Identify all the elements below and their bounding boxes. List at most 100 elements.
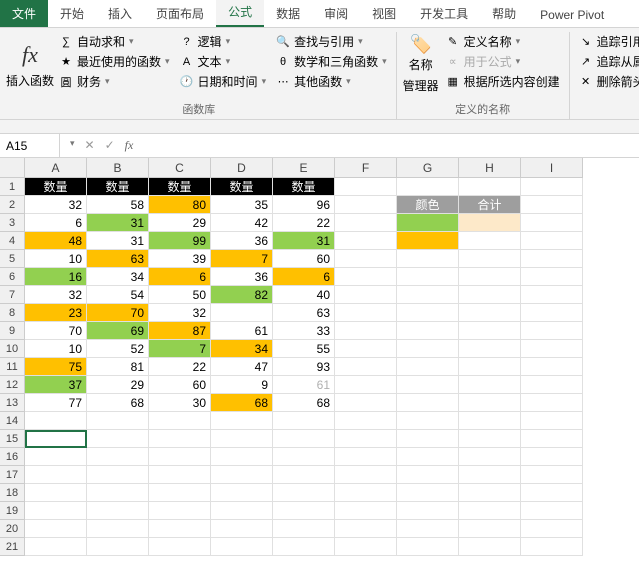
cell-D15[interactable] — [211, 430, 273, 448]
cell-C4[interactable]: 99 — [149, 232, 211, 250]
row-header-11[interactable]: 11 — [0, 358, 25, 376]
cell-E14[interactable] — [273, 412, 335, 430]
tab-开发工具[interactable]: 开发工具 — [408, 0, 480, 27]
cell-G6[interactable] — [397, 268, 459, 286]
row-header-9[interactable]: 9 — [0, 322, 25, 340]
cell-G12[interactable] — [397, 376, 459, 394]
tab-开始[interactable]: 开始 — [48, 0, 96, 27]
cell-D5[interactable]: 7 — [211, 250, 273, 268]
cell-E2[interactable]: 96 — [273, 196, 335, 214]
cell-G17[interactable] — [397, 466, 459, 484]
cell-A3[interactable]: 6 — [25, 214, 87, 232]
cell-F13[interactable] — [335, 394, 397, 412]
name-box[interactable]: A15 — [0, 134, 60, 157]
cell-H6[interactable] — [459, 268, 521, 286]
cell-F14[interactable] — [335, 412, 397, 430]
cell-F10[interactable] — [335, 340, 397, 358]
row-header-6[interactable]: 6 — [0, 268, 25, 286]
cell-C10[interactable]: 7 — [149, 340, 211, 358]
cell-A1[interactable]: 数量 — [25, 178, 87, 196]
cell-F21[interactable] — [335, 538, 397, 556]
cell-I10[interactable] — [521, 340, 583, 358]
cell-F1[interactable] — [335, 178, 397, 196]
math-button[interactable]: θ数学和三角函数▾ — [273, 52, 390, 71]
cell-H19[interactable] — [459, 502, 521, 520]
cell-B2[interactable]: 58 — [87, 196, 149, 214]
cell-C15[interactable] — [149, 430, 211, 448]
cell-G5[interactable] — [397, 250, 459, 268]
cell-I6[interactable] — [521, 268, 583, 286]
cell-B9[interactable]: 69 — [87, 322, 149, 340]
cell-D19[interactable] — [211, 502, 273, 520]
tab-帮助[interactable]: 帮助 — [480, 0, 528, 27]
cell-A12[interactable]: 37 — [25, 376, 87, 394]
tab-公式[interactable]: 公式 — [216, 0, 264, 27]
cell-D3[interactable]: 42 — [211, 214, 273, 232]
cell-D6[interactable]: 36 — [211, 268, 273, 286]
cell-H7[interactable] — [459, 286, 521, 304]
name-manager-button[interactable]: 🏷️ 名称 管理器 — [403, 32, 439, 99]
cell-I9[interactable] — [521, 322, 583, 340]
cell-F3[interactable] — [335, 214, 397, 232]
cell-I7[interactable] — [521, 286, 583, 304]
cell-H4[interactable] — [459, 232, 521, 250]
cell-E21[interactable] — [273, 538, 335, 556]
cell-D18[interactable] — [211, 484, 273, 502]
cell-A18[interactable] — [25, 484, 87, 502]
cell-E12[interactable]: 61 — [273, 376, 335, 394]
cell-I8[interactable] — [521, 304, 583, 322]
cell-G13[interactable] — [397, 394, 459, 412]
cell-H3[interactable] — [459, 214, 521, 232]
cell-B16[interactable] — [87, 448, 149, 466]
cell-B13[interactable]: 68 — [87, 394, 149, 412]
cell-F17[interactable] — [335, 466, 397, 484]
cell-F7[interactable] — [335, 286, 397, 304]
cell-A10[interactable]: 10 — [25, 340, 87, 358]
cell-B7[interactable]: 54 — [87, 286, 149, 304]
cell-I11[interactable] — [521, 358, 583, 376]
cell-G8[interactable] — [397, 304, 459, 322]
tab-页面布局[interactable]: 页面布局 — [144, 0, 216, 27]
cell-A20[interactable] — [25, 520, 87, 538]
cell-G1[interactable] — [397, 178, 459, 196]
cell-G19[interactable] — [397, 502, 459, 520]
cell-A19[interactable] — [25, 502, 87, 520]
cell-E19[interactable] — [273, 502, 335, 520]
cell-E18[interactable] — [273, 484, 335, 502]
cell-F19[interactable] — [335, 502, 397, 520]
col-header-E[interactable]: E — [273, 158, 335, 178]
cell-E10[interactable]: 55 — [273, 340, 335, 358]
cell-D10[interactable]: 34 — [211, 340, 273, 358]
cell-B20[interactable] — [87, 520, 149, 538]
row-header-14[interactable]: 14 — [0, 412, 25, 430]
row-header-3[interactable]: 3 — [0, 214, 25, 232]
cell-H13[interactable] — [459, 394, 521, 412]
row-header-2[interactable]: 2 — [0, 196, 25, 214]
create-selection-button[interactable]: ▦根据所选内容创建 — [443, 72, 563, 91]
col-header-H[interactable]: H — [459, 158, 521, 178]
row-header-21[interactable]: 21 — [0, 538, 25, 556]
row-header-13[interactable]: 13 — [0, 394, 25, 412]
cell-C11[interactable]: 22 — [149, 358, 211, 376]
cell-F11[interactable] — [335, 358, 397, 376]
fx-icon[interactable]: fx — [121, 138, 138, 153]
cell-F20[interactable] — [335, 520, 397, 538]
cell-G20[interactable] — [397, 520, 459, 538]
cell-B15[interactable] — [87, 430, 149, 448]
trace-precedents-button[interactable]: ↘追踪引用 — [576, 32, 639, 51]
cell-D7[interactable]: 82 — [211, 286, 273, 304]
cell-C8[interactable]: 32 — [149, 304, 211, 322]
row-header-20[interactable]: 20 — [0, 520, 25, 538]
cell-F16[interactable] — [335, 448, 397, 466]
cell-H1[interactable] — [459, 178, 521, 196]
cell-F2[interactable] — [335, 196, 397, 214]
logic-button[interactable]: ?逻辑▾ — [177, 32, 270, 51]
cell-B4[interactable]: 31 — [87, 232, 149, 250]
define-name-button[interactable]: ✎定义名称▾ — [443, 32, 563, 51]
insert-function-button[interactable]: fx 插入函数 — [8, 32, 52, 99]
cell-A16[interactable] — [25, 448, 87, 466]
cell-E6[interactable]: 6 — [273, 268, 335, 286]
cell-G3[interactable] — [397, 214, 459, 232]
cell-B5[interactable]: 63 — [87, 250, 149, 268]
cell-B11[interactable]: 81 — [87, 358, 149, 376]
